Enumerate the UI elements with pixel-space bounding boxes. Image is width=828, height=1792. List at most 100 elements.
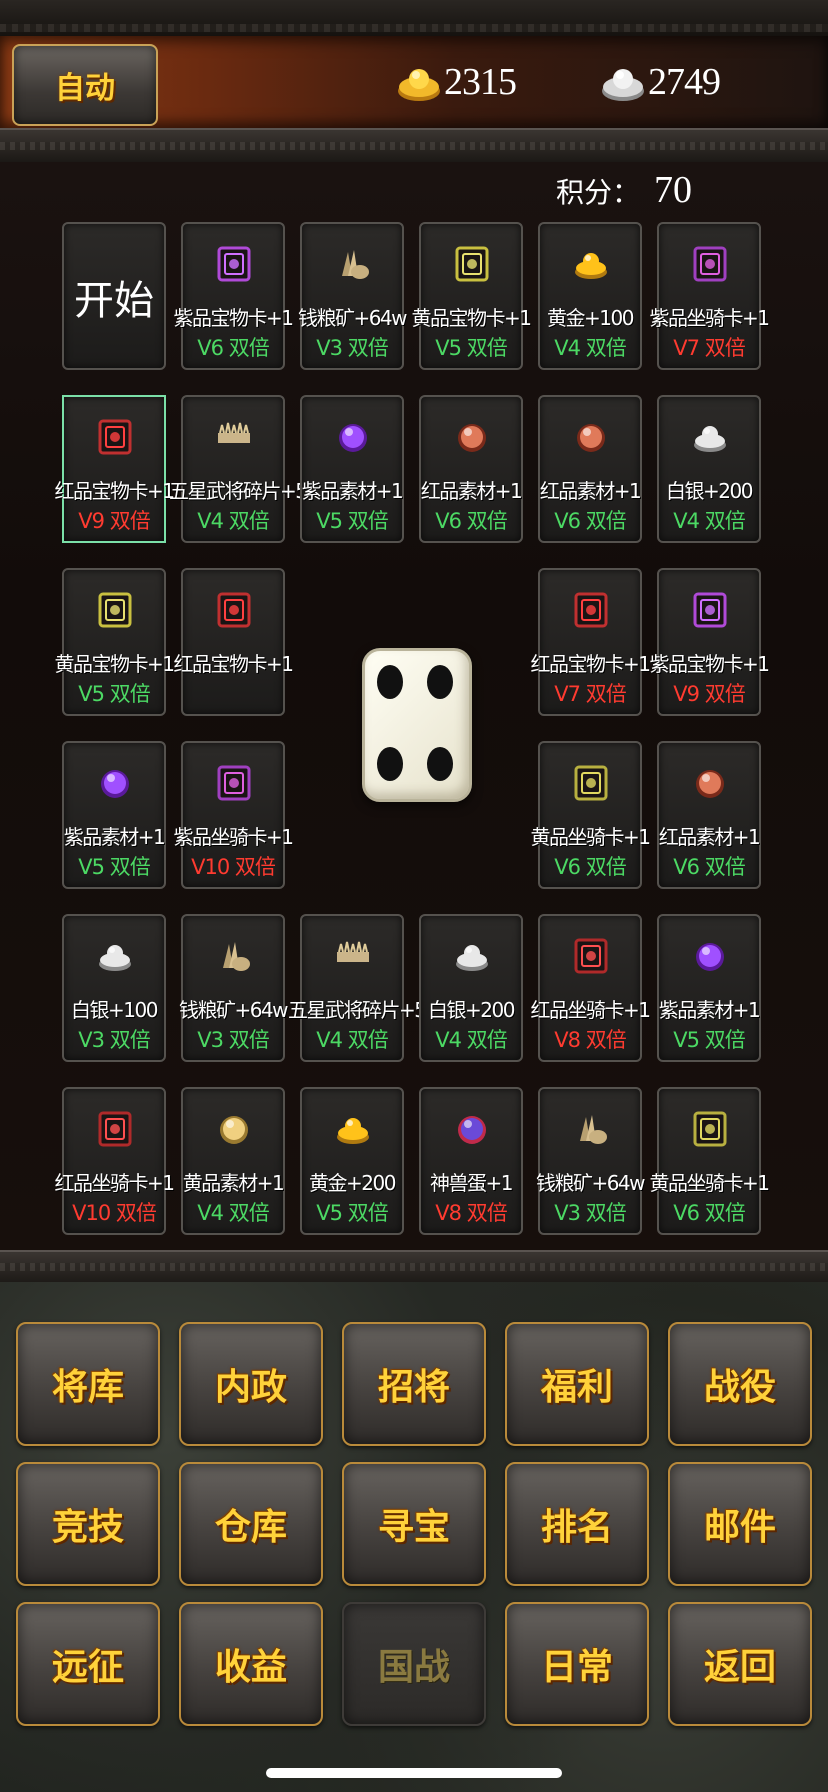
board-cell[interactable]: 紫品坐骑卡+1 V10 双倍: [174, 741, 294, 889]
silver-ingot-icon: [98, 938, 132, 974]
score-label: 积分：: [556, 176, 641, 209]
grain-ore-icon: [217, 938, 251, 974]
board-cell[interactable]: 红品坐骑卡+1 V10 双倍: [55, 1087, 175, 1235]
menu-button-label: 仓库: [214, 1506, 287, 1548]
cell-vip-bonus: V8 双倍: [435, 1201, 507, 1225]
menu-button[interactable]: 远征: [16, 1602, 160, 1726]
auto-button[interactable]: 自动: [12, 44, 158, 126]
board-cell[interactable]: 红品宝物卡+1 V9 双倍: [55, 395, 175, 543]
board-cell[interactable]: 紫品素材+1 V5 双倍: [62, 741, 166, 889]
board-cell[interactable]: 黄品坐骑卡+1 V6 双倍: [650, 1087, 770, 1235]
menu-button-label: 国战: [377, 1646, 450, 1688]
header-divider: [0, 128, 828, 166]
yellow-treasure-card-icon: [455, 246, 489, 282]
board-cell[interactable]: 红品宝物卡+1: [174, 568, 294, 716]
cell-reward-label: 钱粮矿+64w: [297, 306, 408, 330]
cell-reward-label: 红品坐骑卡+1: [54, 1171, 175, 1195]
board-cell[interactable]: 紫品素材+1 V5 双倍: [300, 395, 404, 543]
board-cell[interactable]: 紫品素材+1 V5 双倍: [657, 914, 761, 1062]
score-value: 70: [654, 169, 693, 211]
board-cell[interactable]: 黄品宝物卡+1 V5 双倍: [55, 568, 175, 716]
menu-button[interactable]: 福利: [505, 1322, 649, 1446]
cell-reward-label: 紫品坐骑卡+1: [649, 306, 770, 330]
board-cell[interactable]: 黄金+200 V5 双倍: [300, 1087, 404, 1235]
board-cell[interactable]: 白银+100 V3 双倍: [62, 914, 166, 1062]
board-cell[interactable]: 紫品坐骑卡+1 V7 双倍: [650, 222, 770, 370]
cell-vip-bonus: V6 双倍: [554, 509, 626, 533]
menu-button[interactable]: 招将: [342, 1322, 486, 1446]
cell-vip-bonus: V6 双倍: [435, 509, 507, 533]
menu-button[interactable]: 寻宝: [342, 1462, 486, 1586]
main-menu: 将库 内政 招将 福利 战役竞技 仓库 寻宝 排名 邮件远征 收益 国战 日常 返回: [0, 1282, 828, 1792]
board-cell[interactable]: 红品宝物卡+1 V7 双倍: [531, 568, 651, 716]
purple-material-icon: [336, 419, 370, 455]
board-cell[interactable]: 白银+200 V4 双倍: [657, 395, 761, 543]
cell-reward-label: 紫品宝物卡+1: [649, 652, 770, 676]
menu-button-label: 收益: [214, 1646, 287, 1688]
cell-reward-label: 紫品素材+1: [658, 998, 761, 1022]
menu-button[interactable]: 返回: [668, 1602, 812, 1726]
home-indicator[interactable]: [266, 1768, 562, 1778]
gold-ingot-icon: [574, 246, 608, 282]
menu-button[interactable]: 日常: [505, 1602, 649, 1726]
menu-button[interactable]: 内政: [179, 1322, 323, 1446]
menu-button-label: 排名: [540, 1506, 613, 1548]
menu-button[interactable]: 排名: [505, 1462, 649, 1586]
cell-reward-label: 黄品素材+1: [182, 1171, 285, 1195]
purple-material-icon: [98, 765, 132, 801]
board-cell[interactable]: 钱粮矿+64w V3 双倍: [536, 1087, 646, 1235]
menu-button-label: 邮件: [703, 1506, 776, 1548]
board-cell[interactable]: 红品坐骑卡+1 V8 双倍: [531, 914, 651, 1062]
menu-button[interactable]: 将库: [16, 1322, 160, 1446]
board-cell[interactable]: 紫品宝物卡+1 V9 双倍: [650, 568, 770, 716]
board-cell[interactable]: 红品素材+1 V6 双倍: [657, 741, 761, 889]
menu-divider: [0, 1250, 828, 1284]
red-mount-card-icon: [574, 938, 608, 974]
board-cell[interactable]: 神兽蛋+1 V8 双倍: [419, 1087, 523, 1235]
board-cell[interactable]: 红品素材+1 V6 双倍: [538, 395, 642, 543]
silver-counter: 2749: [600, 56, 721, 108]
board-cell[interactable]: 五星武将碎片+50 V4 双倍: [169, 395, 319, 543]
dice-pip: [377, 665, 403, 699]
dice[interactable]: [362, 648, 472, 802]
yellow-material-icon: [217, 1111, 251, 1147]
board-cell[interactable]: 五星武将碎片+50 V4 双倍: [288, 914, 438, 1062]
grain-ore-icon: [336, 246, 370, 282]
gold-ingot-icon: [398, 69, 440, 101]
start-cell[interactable]: 开始: [62, 222, 166, 370]
cell-vip-bonus: V6 双倍: [673, 855, 745, 879]
cell-vip-bonus: V10 双倍: [72, 1201, 157, 1225]
score-display: 积分： 70: [556, 168, 692, 212]
cell-reward-label: 红品宝物卡+1: [530, 652, 651, 676]
beast-egg-icon: [455, 1111, 489, 1147]
menu-button[interactable]: 仓库: [179, 1462, 323, 1586]
cell-reward-label: 黄金+100: [547, 306, 634, 330]
board-cell[interactable]: 黄品素材+1 V4 双倍: [181, 1087, 285, 1235]
board-cell[interactable]: 红品素材+1 V6 双倍: [419, 395, 523, 543]
board-cell[interactable]: 黄品宝物卡+1 V5 双倍: [412, 222, 532, 370]
cell-vip-bonus: V6 双倍: [197, 336, 269, 360]
cell-vip-bonus: V5 双倍: [78, 682, 150, 706]
menu-button-label: 竞技: [51, 1506, 124, 1548]
cell-vip-bonus: V9 双倍: [78, 509, 150, 533]
gold-ingot-icon: [336, 1111, 370, 1147]
silver-value: 2749: [648, 61, 721, 103]
general-fragment-icon: [336, 938, 370, 974]
board-cell[interactable]: 钱粮矿+64w V3 双倍: [179, 914, 289, 1062]
cell-reward-label: 神兽蛋+1: [430, 1171, 513, 1195]
board-cell[interactable]: 白银+200 V4 双倍: [419, 914, 523, 1062]
board-cell[interactable]: 紫品宝物卡+1 V6 双倍: [174, 222, 294, 370]
cell-reward-label: 白银+200: [428, 998, 515, 1022]
menu-button[interactable]: 邮件: [668, 1462, 812, 1586]
cell-vip-bonus: V5 双倍: [316, 1201, 388, 1225]
cell-vip-bonus: V3 双倍: [316, 336, 388, 360]
board-cell[interactable]: 钱粮矿+64w V3 双倍: [298, 222, 408, 370]
menu-button[interactable]: 收益: [179, 1602, 323, 1726]
cell-vip-bonus: V7 双倍: [554, 682, 626, 706]
menu-button[interactable]: 战役: [668, 1322, 812, 1446]
board-cell[interactable]: 黄品坐骑卡+1 V6 双倍: [531, 741, 651, 889]
menu-button[interactable]: 竞技: [16, 1462, 160, 1586]
cell-vip-bonus: V5 双倍: [673, 1028, 745, 1052]
cell-vip-bonus: V6 双倍: [554, 855, 626, 879]
board-cell[interactable]: 黄金+100 V4 双倍: [538, 222, 642, 370]
